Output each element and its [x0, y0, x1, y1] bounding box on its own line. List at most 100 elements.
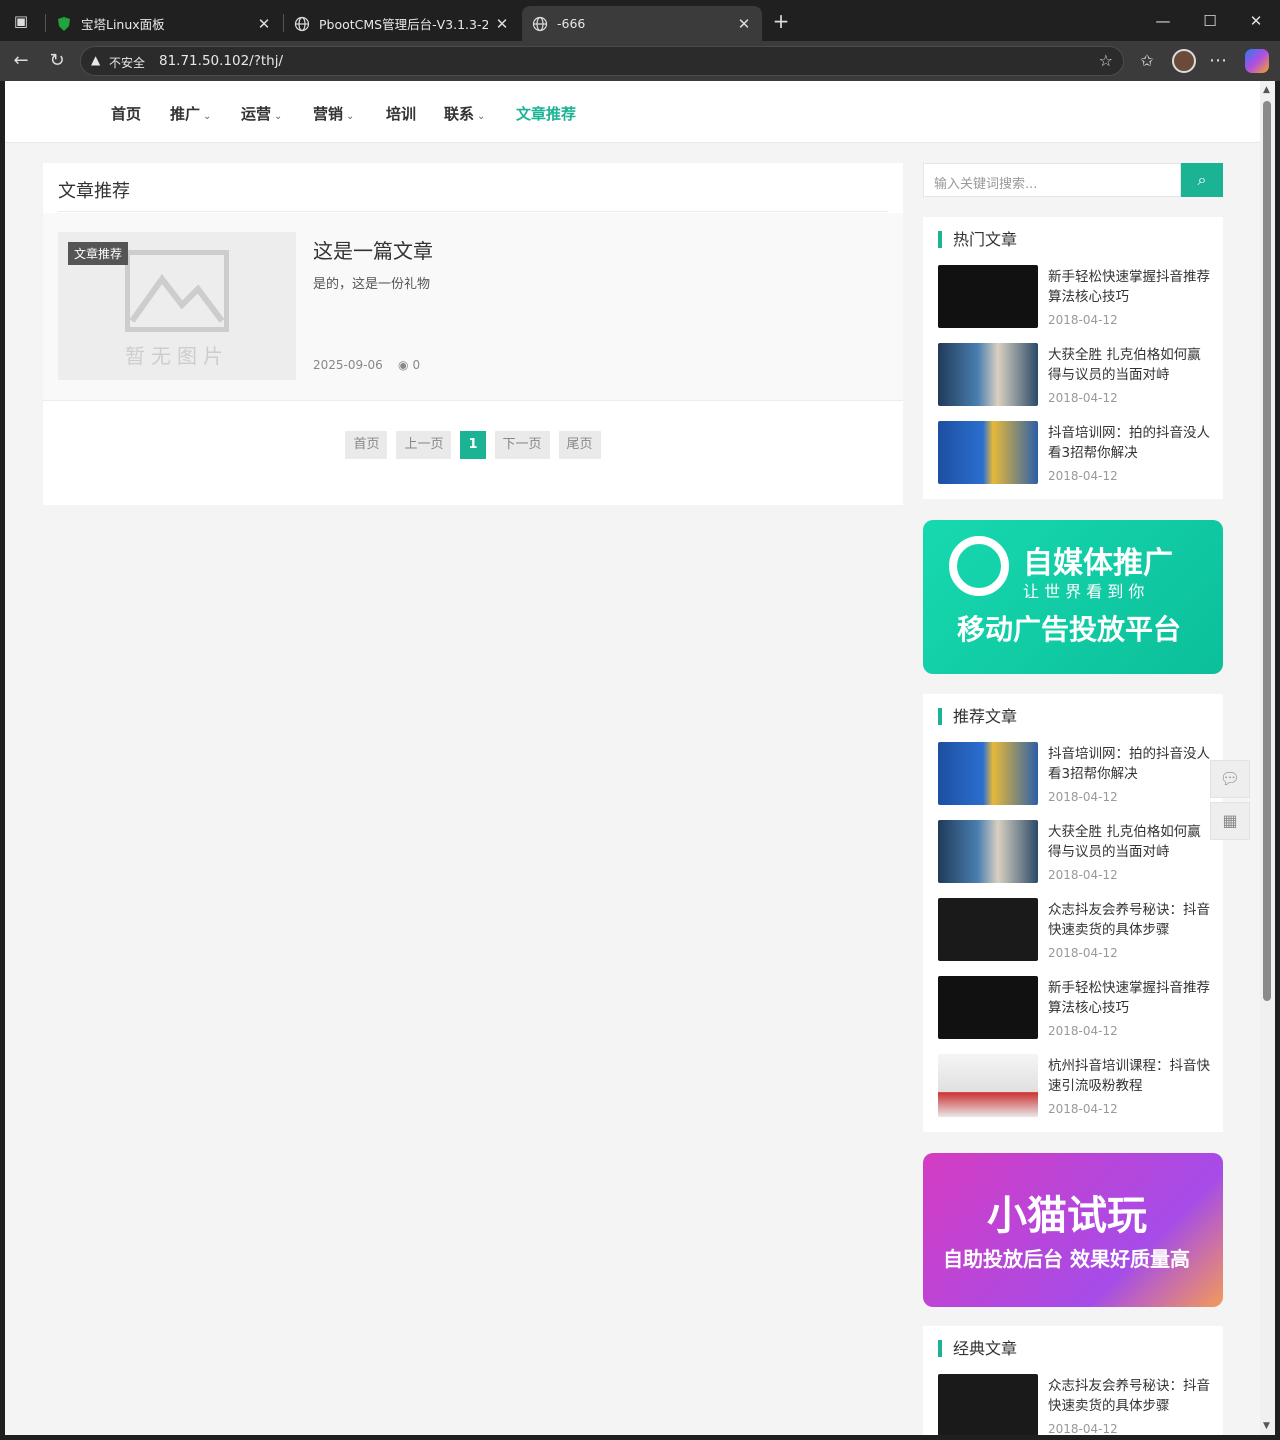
- search-icon: ⌕: [1197, 170, 1207, 189]
- search-button[interactable]: ⌕: [1181, 163, 1223, 197]
- tab-current[interactable]: -666 ✕: [522, 6, 762, 41]
- chat-bubble-icon: 💬︎: [1219, 769, 1241, 788]
- chat-button[interactable]: 💬︎: [1210, 760, 1250, 798]
- page-last[interactable]: 尾页: [558, 431, 601, 459]
- nav-item-operation[interactable]: 运营 ⌄: [241, 103, 282, 124]
- article-date: 2018-04-12: [1048, 946, 1118, 960]
- article-thumbnail[interactable]: [938, 742, 1038, 805]
- article-title[interactable]: 抖音培训网：拍的抖音没人看3招帮你解决: [1048, 423, 1213, 463]
- list-item[interactable]: 抖音培训网：拍的抖音没人看3招帮你解决 2018-04-12: [938, 421, 1213, 485]
- category-tag[interactable]: 文章推荐: [68, 242, 129, 265]
- nav-item-promotion[interactable]: 推广 ⌄: [170, 103, 211, 124]
- baota-shield-icon: [58, 16, 70, 31]
- article-date: 2018-04-12: [1048, 868, 1118, 882]
- post-thumbnail[interactable]: 暂无图片 文章推荐: [58, 232, 296, 380]
- nav-item-marketing[interactable]: 营销 ⌄: [313, 103, 354, 124]
- nav-item-articles[interactable]: 文章推荐: [516, 103, 576, 124]
- more-menu-icon[interactable]: ⋯: [1205, 49, 1231, 73]
- article-date: 2018-04-12: [1048, 469, 1118, 483]
- qrcode-button[interactable]: ▦: [1210, 802, 1250, 840]
- article-title[interactable]: 新手轻松快速掌握抖音推荐算法核心技巧: [1048, 978, 1213, 1018]
- qrcode-icon: ▦: [1222, 811, 1238, 830]
- scrollbar-thumb[interactable]: [1263, 101, 1271, 1001]
- article-thumbnail[interactable]: [938, 343, 1038, 406]
- close-icon[interactable]: ✕: [736, 15, 752, 33]
- article-title[interactable]: 大获全胜 扎克伯格如何赢得与议员的当面对峙: [1048, 822, 1213, 862]
- nav-item-contact[interactable]: 联系 ⌄: [444, 103, 485, 124]
- page-next[interactable]: 下一页: [494, 431, 550, 459]
- list-item[interactable]: 众志抖友会养号秘诀：抖音快速卖货的具体步骤 2018-04-12: [938, 1374, 1213, 1435]
- minimize-button[interactable]: —: [1148, 8, 1178, 34]
- banner-title: 自媒体推广: [1023, 546, 1173, 581]
- tab-pbootcms[interactable]: PbootCMS管理后台-V3.1.3-20220 ✕: [284, 6, 520, 41]
- article-title[interactable]: 众志抖友会养号秘诀：抖音快速卖货的具体步骤: [1048, 900, 1213, 940]
- chevron-down-icon: ⌄: [477, 111, 486, 122]
- address-bar[interactable]: ▲ 不安全 81.71.50.102/?thj/ ☆: [80, 46, 1124, 76]
- tab-title: 宝塔Linux面板: [81, 17, 165, 32]
- favorite-star-icon[interactable]: ☆: [1099, 51, 1113, 70]
- scroll-up-icon[interactable]: ▲: [1263, 85, 1270, 95]
- page-current[interactable]: 1: [460, 431, 486, 459]
- page-first[interactable]: 首页: [345, 431, 388, 459]
- search-box: 输入关键词搜索... ⌕: [923, 163, 1223, 197]
- article-thumbnail[interactable]: [938, 1374, 1038, 1435]
- section-title: 推荐文章: [938, 708, 1017, 725]
- tab-baota[interactable]: 宝塔Linux面板 ✕: [46, 6, 282, 41]
- page-scrollbar[interactable]: ▲ ▼: [1260, 81, 1275, 1435]
- url-text[interactable]: 81.71.50.102/?thj/: [159, 53, 283, 69]
- tab-title: PbootCMS管理后台-V3.1.3-20220: [319, 17, 488, 32]
- article-date: 2018-04-12: [1048, 1102, 1118, 1116]
- article-thumbnail[interactable]: [938, 1054, 1038, 1117]
- maximize-button[interactable]: ☐: [1195, 8, 1225, 34]
- list-item[interactable]: 杭州抖音培训课程：抖音快速引流吸粉教程 2018-04-12: [938, 1054, 1213, 1118]
- list-item[interactable]: 众志抖友会养号秘诀：抖音快速卖货的具体步骤 2018-04-12: [938, 898, 1213, 962]
- view-count: 0: [412, 358, 421, 372]
- page-prev[interactable]: 上一页: [396, 431, 452, 459]
- nav-item-training[interactable]: 培训: [386, 103, 416, 124]
- banner-logo-icon: [949, 536, 1009, 596]
- article-title[interactable]: 杭州抖音培训课程：抖音快速引流吸粉教程: [1048, 1056, 1213, 1096]
- search-input[interactable]: 输入关键词搜索...: [923, 163, 1181, 197]
- article-date: 2018-04-12: [1048, 790, 1118, 804]
- browser-toolbar: ← ↻ ▲ 不安全 81.71.50.102/?thj/ ☆ ✩ ⋯: [0, 41, 1280, 81]
- article-thumbnail[interactable]: [938, 421, 1038, 484]
- profile-avatar[interactable]: [1172, 49, 1196, 73]
- ad-banner-xiaomao[interactable]: 小猫试玩 自助投放后台 效果好质量高: [923, 1153, 1223, 1307]
- sidebar-toggle-icon[interactable]: ▣: [8, 9, 34, 33]
- article-date: 2018-04-12: [1048, 1024, 1118, 1038]
- article-title[interactable]: 新手轻松快速掌握抖音推荐算法核心技巧: [1048, 267, 1213, 307]
- article-title[interactable]: 大获全胜 扎克伯格如何赢得与议员的当面对峙: [1048, 345, 1213, 385]
- list-item[interactable]: 暂无图片 文章推荐 这是一篇文章 是的，这是一份礼物 2025-09-06 ◉ 0: [43, 213, 903, 401]
- copilot-icon[interactable]: [1245, 49, 1269, 73]
- list-item[interactable]: 抖音培训网：拍的抖音没人看3招帮你解决 2018-04-12: [938, 742, 1213, 806]
- list-item[interactable]: 新手轻松快速掌握抖音推荐算法核心技巧 2018-04-12: [938, 976, 1213, 1040]
- post-title[interactable]: 这是一篇文章: [313, 235, 433, 264]
- nav-item-home[interactable]: 首页: [111, 103, 141, 124]
- new-tab-button[interactable]: +: [766, 8, 796, 34]
- tiktok-thumbnail[interactable]: [938, 976, 1038, 1039]
- article-title[interactable]: 抖音培训网：拍的抖音没人看3招帮你解决: [1048, 744, 1213, 784]
- tiktok-thumbnail[interactable]: [938, 265, 1038, 328]
- article-thumbnail[interactable]: [938, 820, 1038, 883]
- list-item[interactable]: 大获全胜 扎克伯格如何赢得与议员的当面对峙 2018-04-12: [938, 820, 1213, 884]
- article-title[interactable]: 众志抖友会养号秘诀：抖音快速卖货的具体步骤: [1048, 1376, 1213, 1416]
- article-date: 2018-04-12: [1048, 313, 1118, 327]
- image-placeholder-icon: [125, 250, 229, 332]
- article-date: 2018-04-12: [1048, 1422, 1118, 1435]
- refresh-icon[interactable]: ↻: [44, 49, 70, 73]
- close-window-button[interactable]: ✕: [1241, 8, 1271, 34]
- site-nav: 首页 推广 ⌄ 运营 ⌄ 营销 ⌄ 培训 联系 ⌄ 文章推荐: [5, 81, 1260, 143]
- globe-icon: [532, 16, 548, 31]
- ad-banner-media[interactable]: 自媒体推广 让 世 界 看 到 你 移动广告投放平台: [923, 520, 1223, 674]
- favorites-icon[interactable]: ✩: [1134, 49, 1160, 73]
- placeholder-text: 暂无图片: [125, 344, 229, 368]
- hot-articles-box: 热门文章 新手轻松快速掌握抖音推荐算法核心技巧 2018-04-12 大获全胜 …: [923, 217, 1223, 499]
- back-icon[interactable]: ←: [8, 49, 34, 73]
- article-thumbnail[interactable]: [938, 898, 1038, 961]
- list-item[interactable]: 大获全胜 扎克伯格如何赢得与议员的当面对峙 2018-04-12: [938, 343, 1213, 407]
- close-icon[interactable]: ✕: [494, 15, 510, 33]
- list-item[interactable]: 新手轻松快速掌握抖音推荐算法核心技巧 2018-04-12: [938, 265, 1213, 329]
- page-viewport: 首页 推广 ⌄ 运营 ⌄ 营销 ⌄ 培训 联系 ⌄ 文章推荐 文章推荐 暂无图片 文章推…: [5, 81, 1260, 1435]
- scroll-down-icon[interactable]: ▼: [1263, 1421, 1270, 1431]
- close-icon[interactable]: ✕: [256, 15, 272, 33]
